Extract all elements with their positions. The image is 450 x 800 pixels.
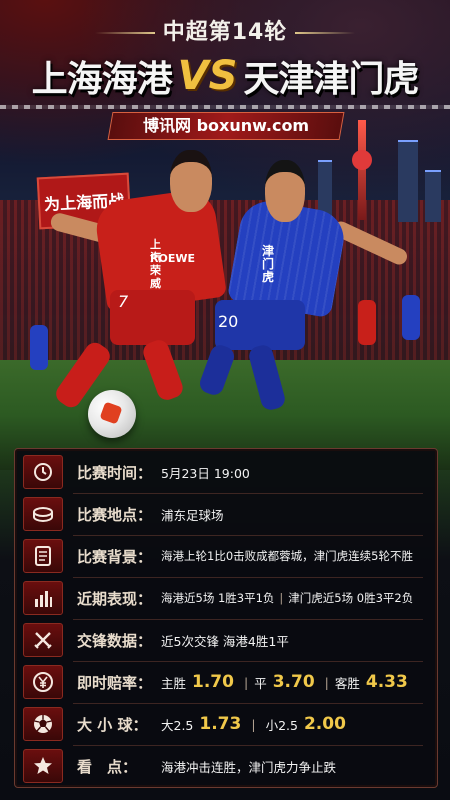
stadium-lights (0, 105, 450, 109)
form-separator: | (279, 591, 284, 605)
tv-tower (352, 120, 372, 220)
form-label: 近期表现： (77, 589, 153, 608)
info-row-time: 比赛时间： 5月23日 19:00 (15, 453, 437, 491)
crossed-swords-icon (23, 623, 63, 657)
odds-draw-label: 平 (254, 675, 267, 691)
home-jersey-sponsor-en: ROEWE (150, 252, 195, 265)
odds-home-label: 主胜 (161, 675, 187, 691)
soccer-ball (88, 390, 136, 438)
background-player (358, 300, 376, 345)
info-row-background: 比赛背景： 海港上轮1比0击败成都蓉城，津门虎连续5轮不胜 (15, 537, 437, 575)
vs-label: VS (177, 53, 238, 99)
skyscraper (398, 140, 418, 222)
odds-separator: | (324, 674, 329, 690)
over-under-values: 大2.5 1.73 | 小2.5 2.00 (161, 714, 356, 734)
stadium-icon (23, 497, 63, 531)
under-value: 2.00 (303, 714, 346, 734)
under-label: 小2.5 (265, 717, 298, 733)
odds-label: 即时赔率： (77, 673, 153, 692)
odds-away-label: 客胜 (334, 675, 360, 691)
site-banner[interactable]: 博讯网 boxunw.com (107, 112, 345, 140)
over-label: 大2.5 (161, 717, 194, 733)
background-player (30, 325, 48, 370)
yen-icon (23, 665, 63, 699)
odds-values: 主胜 1.70 | 平 3.70 | 客胜 4.33 (161, 672, 408, 692)
star-icon (23, 749, 63, 783)
away-shirt-number: 20 (218, 312, 239, 331)
background-value: 海港上轮1比0击败成都蓉城，津门虎连续5轮不胜 (161, 549, 413, 563)
highlight-label: 看 点： (77, 757, 138, 776)
site-label: 博讯网 boxunw.com (142, 116, 310, 135)
over-under-label: 大 小 球： (77, 715, 148, 734)
match-info-panel: 比赛时间： 5月23日 19:00 比赛地点： 浦东足球场 比赛背景： 海港上轮… (14, 448, 438, 788)
info-row-over-under: 大 小 球： 大2.5 1.73 | 小2.5 2.00 (15, 705, 437, 743)
matchup-title: 上海海港 VS 天津津门虎 (0, 50, 450, 102)
odds-home-value: 1.70 (192, 672, 234, 692)
highlight-value: 海港冲击连胜，津门虎力争止跌 (161, 759, 337, 775)
time-label: 比赛时间： (77, 463, 153, 482)
h2h-label: 交锋数据： (77, 631, 153, 650)
skyscraper (425, 170, 441, 222)
soccer-ball-icon (23, 707, 63, 741)
info-row-h2h: 交锋数据： 近5次交锋 海港4胜1平 (15, 621, 437, 659)
odds-separator: | (243, 674, 249, 690)
info-row-odds: 即时赔率： 主胜 1.70 | 平 3.70 | 客胜 4.33 (15, 663, 437, 701)
over-under-separator: | (251, 716, 256, 732)
bar-chart-icon (23, 581, 63, 615)
match-poster: 为上海而战 上汽荣威 ROEWE 7 津门虎 20 中超第14轮 上海海港 VS… (0, 0, 450, 800)
form-away: 津门虎近5场 0胜3平2负 (288, 591, 414, 605)
home-team-name: 上海海港 (31, 58, 173, 100)
form-value: 海港近5场 1胜3平1负 | 津门虎近5场 0胜3平2负 (161, 590, 413, 606)
info-row-highlight: 看 点： 海港冲击连胜，津门虎力争止跌 (15, 747, 437, 785)
background-player (402, 295, 420, 340)
h2h-value: 近5次交锋 海港4胜1平 (161, 633, 289, 649)
background-label: 比赛背景： (77, 547, 153, 566)
venue-value: 浦东足球场 (161, 507, 224, 523)
info-row-venue: 比赛地点： 浦东足球场 (15, 495, 437, 533)
document-icon (23, 539, 63, 573)
odds-away-value: 4.33 (365, 672, 408, 692)
form-home: 海港近5场 1胜3平1负 (161, 591, 275, 605)
away-jersey-text: 津门虎 (262, 244, 275, 284)
over-value: 1.73 (199, 714, 242, 734)
venue-label: 比赛地点： (77, 505, 153, 524)
home-shirt-number: 7 (118, 292, 129, 311)
away-team-name: 天津津门虎 (243, 58, 419, 100)
round-title: 中超第14轮 (0, 14, 450, 46)
clock-icon (23, 455, 63, 489)
time-value: 5月23日 19:00 (161, 465, 250, 481)
info-row-form: 近期表现： 海港近5场 1胜3平1负 | 津门虎近5场 0胜3平2负 (15, 579, 437, 617)
odds-draw-value: 3.70 (272, 672, 315, 692)
